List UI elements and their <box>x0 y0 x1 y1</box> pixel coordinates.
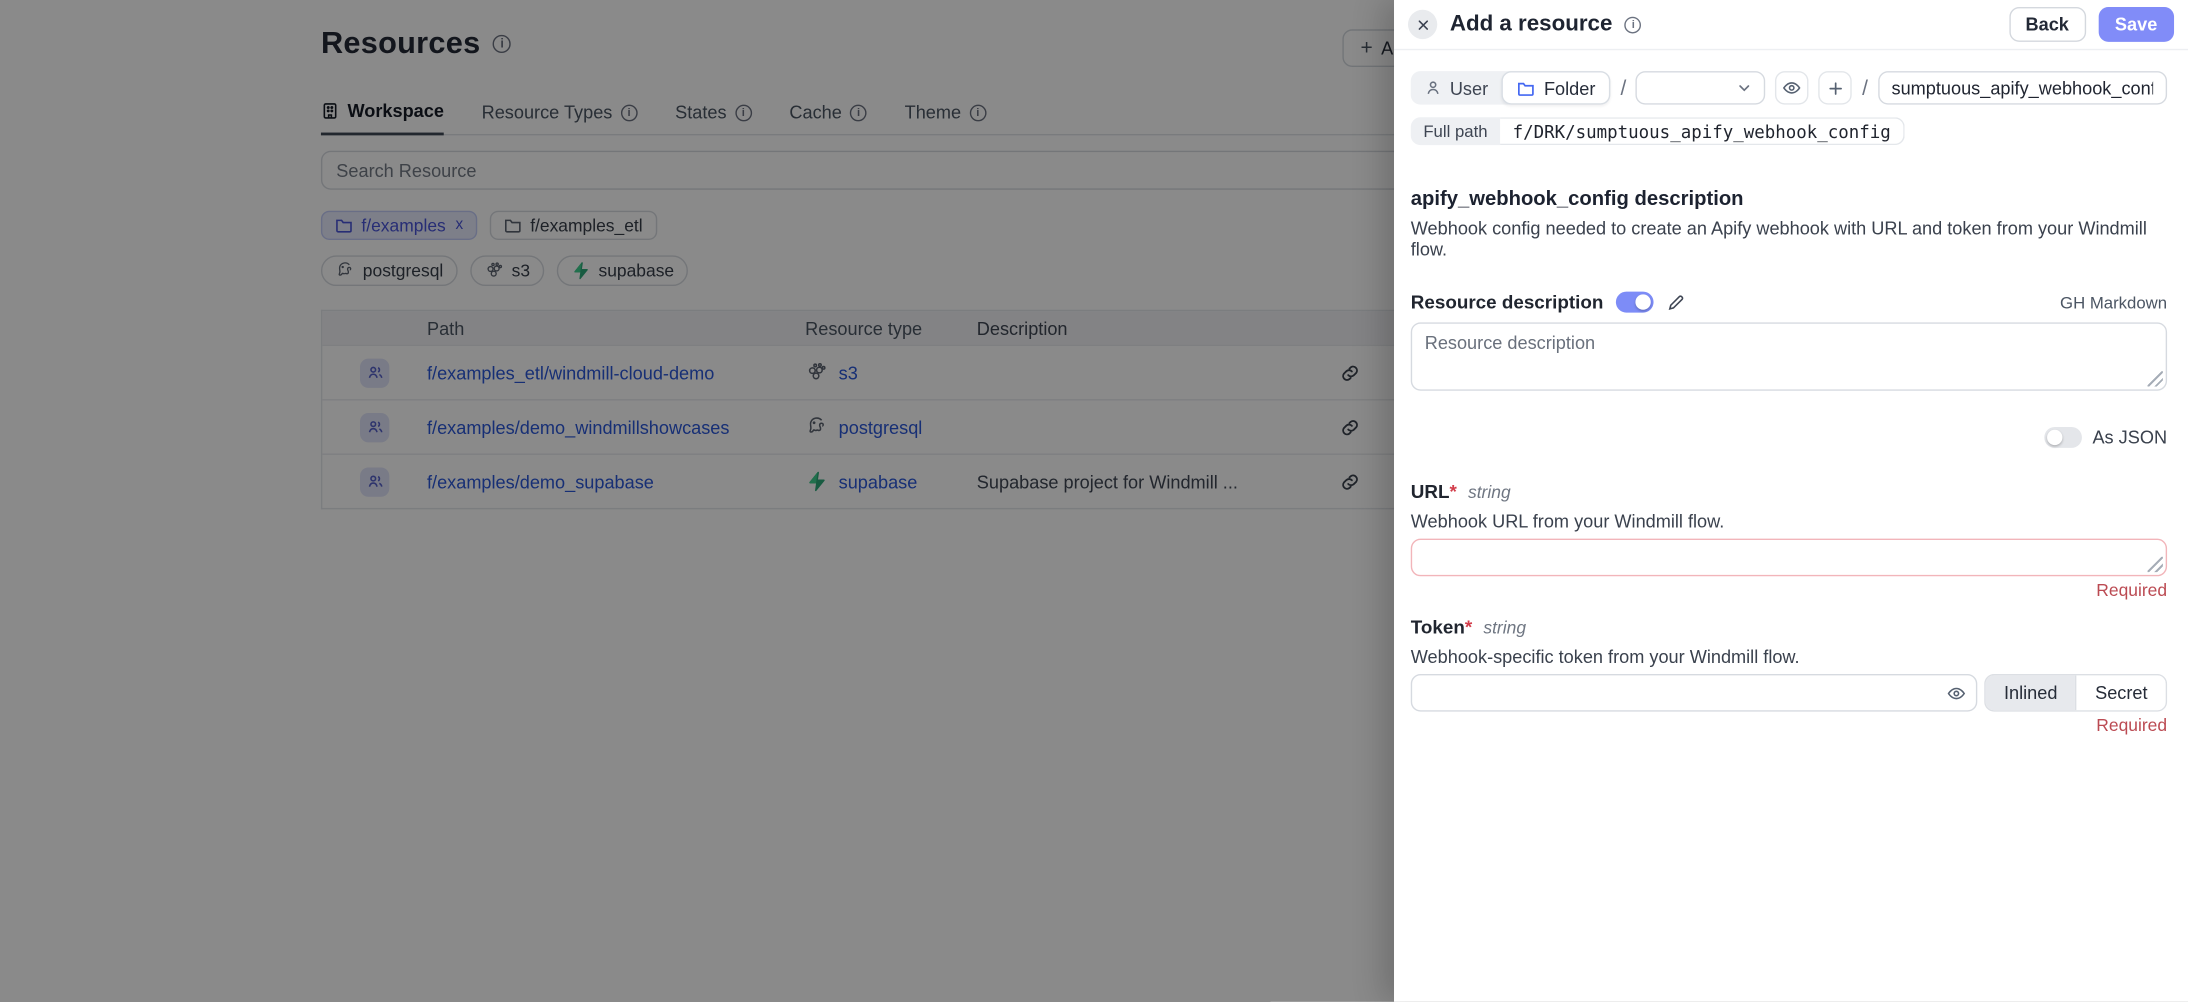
path-separator: / <box>1862 76 1868 100</box>
drawer-title: Add a resource <box>1450 12 1613 37</box>
resource-description-textarea[interactable] <box>1411 322 2167 390</box>
pencil-icon[interactable] <box>1666 292 1686 312</box>
plus-icon <box>1827 79 1845 97</box>
url-input[interactable] <box>1411 539 2167 577</box>
path-separator: / <box>1621 76 1627 100</box>
as-json-toggle[interactable] <box>2044 427 2082 448</box>
token-type: string <box>1483 618 1526 638</box>
resource-name-input[interactable] <box>1878 71 2167 104</box>
token-mode-toggle: Inlined Secret <box>1984 674 2167 712</box>
as-json-label: As JSON <box>2092 427 2167 448</box>
info-icon[interactable]: i <box>1625 16 1642 33</box>
url-help: Webhook URL from your Windmill flow. <box>1411 511 2167 532</box>
gh-markdown-hint: GH Markdown <box>2060 292 2167 312</box>
add-folder-button[interactable] <box>1819 71 1852 104</box>
required-asterisk: * <box>1465 617 1472 638</box>
folder-icon <box>1517 79 1535 97</box>
folder-select[interactable] <box>1636 71 1766 104</box>
eye-icon[interactable] <box>1947 683 1967 703</box>
url-field: URL* string Webhook URL from your Windmi… <box>1411 481 2167 600</box>
token-required-error: Required <box>1411 716 2167 736</box>
eye-icon <box>1783 78 1803 98</box>
schema-heading: apify_webhook_config description <box>1411 188 2167 210</box>
owner-toggle-folder-label: Folder <box>1544 77 1595 98</box>
owner-toggle-group: User Folder <box>1411 71 1611 104</box>
token-help: Webhook-specific token from your Windmil… <box>1411 646 2167 667</box>
back-button[interactable]: Back <box>2009 7 2086 42</box>
token-field: Token* string Webhook-specific token fro… <box>1411 617 2167 736</box>
chevron-down-icon <box>1737 80 1754 97</box>
view-folder-button[interactable] <box>1776 71 1809 104</box>
owner-toggle-folder[interactable]: Folder <box>1502 71 1611 104</box>
token-mode-inlined[interactable]: Inlined <box>1986 675 2076 710</box>
owner-toggle-user[interactable]: User <box>1411 71 1502 104</box>
resource-description-label: Resource description <box>1411 292 1604 313</box>
path-builder: User Folder / <box>1411 71 2167 104</box>
add-resource-drawer: Add a resource i Back Save User <box>1394 0 2188 1002</box>
full-path: Full path f/DRK/sumptuous_apify_webhook_… <box>1411 117 1905 145</box>
screen: Resources i Workspace <box>0 0 2188 1002</box>
save-button[interactable]: Save <box>2098 7 2174 42</box>
schema-description: Webhook config needed to create an Apify… <box>1411 218 2167 260</box>
user-icon <box>1425 80 1442 97</box>
required-asterisk: * <box>1449 481 1456 502</box>
full-path-value: f/DRK/sumptuous_apify_webhook_config <box>1500 117 1905 145</box>
url-label: URL* <box>1411 481 1457 502</box>
url-required-error: Required <box>1411 580 2167 600</box>
owner-toggle-user-label: User <box>1450 77 1488 98</box>
token-label: Token* <box>1411 617 1472 638</box>
full-path-label: Full path <box>1411 117 1500 145</box>
close-drawer-button[interactable] <box>1408 10 1437 39</box>
token-input[interactable] <box>1411 674 1978 712</box>
token-mode-secret[interactable]: Secret <box>2076 675 2166 710</box>
description-toggle[interactable] <box>1616 292 1654 313</box>
url-type: string <box>1468 483 1511 503</box>
